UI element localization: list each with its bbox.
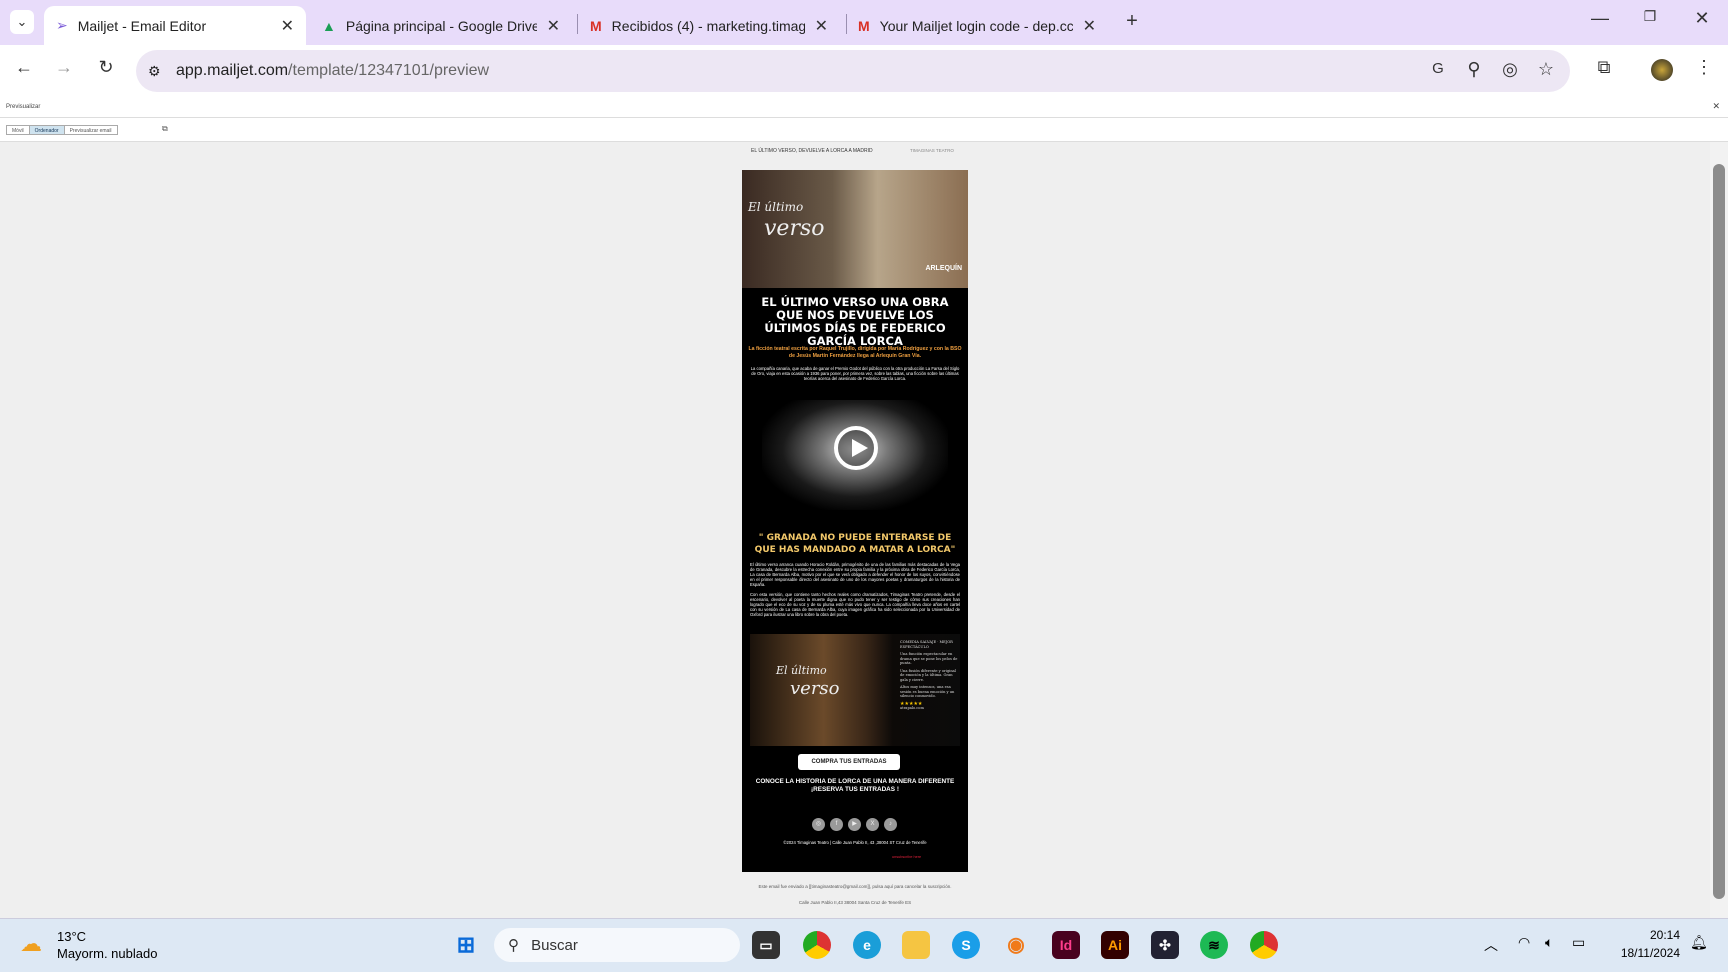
file-explorer-icon[interactable]	[902, 931, 930, 959]
tray-chevron-icon[interactable]: ︿	[1484, 935, 1498, 955]
zoom-out-icon[interactable]: ⚲	[1462, 59, 1486, 80]
subheadline: La ficción teatral escrita por Raquel Tr…	[748, 346, 962, 359]
blender-icon[interactable]: ◉	[1002, 931, 1030, 959]
company-address: ©2024 Timaginas Teatro | Calle Juan Pabl…	[783, 840, 927, 845]
wifi-icon[interactable]: ◠	[1518, 934, 1530, 951]
gmail-icon: M	[858, 17, 870, 34]
mode-desktop-button[interactable]: Ordenador	[29, 126, 65, 134]
close-window-button[interactable]: ✕	[1690, 8, 1714, 29]
hero-image: El último verso ARLEQUÍN	[742, 170, 968, 288]
close-icon[interactable]: ✕	[815, 16, 828, 36]
close-icon[interactable]: ✕	[547, 16, 560, 36]
tab-bar: ⌄ ➢ Mailjet - Email Editor ✕ ▲ Página princ…	[0, 0, 1728, 45]
url-input[interactable]: ⚙ app.mailjet.com/template/12347101/prev…	[136, 50, 1570, 92]
preview-title: Previsualizar	[6, 104, 41, 110]
close-preview-button[interactable]: ✕	[1712, 101, 1720, 112]
battery-icon[interactable]: ▭	[1572, 934, 1585, 951]
footer-address: Calle Juan Pablo II,43 38004 Santa Cruz …	[798, 900, 912, 905]
chrome-icon[interactable]	[803, 931, 831, 959]
mode-mobile-button[interactable]: Móvil	[7, 126, 30, 134]
scrollbar-thumb[interactable]	[1713, 164, 1725, 899]
taskbar-search[interactable]: ⚲ Buscar	[494, 928, 740, 962]
weather-icon: ☁	[20, 931, 42, 956]
task-view-icon[interactable]: ▭	[752, 931, 780, 959]
arlequin-logo: ARLEQUÍN	[925, 265, 962, 272]
new-tab-button[interactable]: +	[1120, 10, 1144, 33]
profile-avatar[interactable]	[1651, 59, 1673, 81]
close-icon[interactable]: ✕	[281, 16, 294, 36]
buy-tickets-button[interactable]: COMPRA TUS ENTRADAS	[798, 754, 900, 770]
drive-icon: ▲	[322, 17, 336, 34]
eye-off-icon[interactable]: ◎	[1498, 59, 1522, 80]
preview-email-button[interactable]: Previsualizar email	[65, 126, 117, 134]
send-icon: ➢	[56, 17, 68, 33]
windows-start-icon[interactable]: ⊞	[452, 931, 480, 959]
device-toggle: Móvil Ordenador Previsualizar email	[6, 125, 118, 135]
preheader: EL ÚLTIMO VERSO, DEVUELVE A LORCA A MADR…	[751, 148, 873, 154]
volume-icon[interactable]: 🔈︎	[1545, 934, 1553, 951]
skype-icon[interactable]: S	[952, 931, 980, 959]
bookmark-star-icon[interactable]: ☆	[1534, 59, 1558, 80]
paragraph: El último verso arranca cuando Horacio R…	[750, 562, 960, 587]
facebook-icon[interactable]: f	[830, 818, 843, 831]
sender-name: TIMAGINAS TEATRO	[910, 148, 954, 153]
play-icon[interactable]	[834, 426, 878, 470]
poster-image: El último verso COMEDIA SALVAJE · MEJOR …	[750, 634, 960, 746]
site-info-icon[interactable]: ⚙	[148, 63, 161, 80]
extensions-icon[interactable]: ⧉	[1592, 57, 1616, 78]
clock-time[interactable]: 20:14	[1600, 928, 1680, 942]
restore-button[interactable]: ❐	[1638, 8, 1662, 25]
footer-sent-to: Este email fue enviado a [[timaginasteat…	[758, 884, 952, 889]
preview-toolbar: Móvil Ordenador Previsualizar email ⧉	[0, 118, 1728, 142]
tab-gmail-login[interactable]: M Your Mailjet login code - dep.cc ✕	[846, 6, 1108, 45]
tiktok-icon[interactable]: ♪	[884, 818, 897, 831]
intro-text: La compañía canaria, que acaba de ganar …	[750, 366, 960, 381]
quote: " GRANADA NO PUEDE ENTERARSE DE QUE HAS …	[754, 533, 956, 555]
close-icon[interactable]: ✕	[1083, 16, 1096, 36]
address-bar-row: ← → ↻ ⚙ app.mailjet.com/template/1234710…	[0, 45, 1728, 97]
headline: EL ÚLTIMO VERSO UNA OBRA QUE NOS DEVUELV…	[761, 295, 949, 348]
reload-button[interactable]: ↻	[94, 57, 118, 78]
tab-search-button[interactable]: ⌄	[10, 10, 34, 34]
taskbar: ☁ 13°C Mayorm. nublado ⊞ ⚲ Buscar ▭ e S …	[0, 918, 1728, 972]
video-thumbnail[interactable]	[762, 400, 948, 510]
poster-reviews: COMEDIA SALVAJE · MEJOR ESPECTÁCULO Una …	[900, 640, 958, 710]
youtube-icon[interactable]: ▶	[848, 818, 861, 831]
cta-text: CONOCE LA HISTORIA DE LORCA DE UNA MANER…	[755, 778, 955, 793]
copy-icon[interactable]: ⧉	[162, 124, 168, 134]
chrome-profile-icon[interactable]	[1250, 931, 1278, 959]
x-icon[interactable]: X	[866, 818, 879, 831]
preview-header: Previsualizar ✕	[0, 97, 1728, 118]
forward-button[interactable]: →	[52, 57, 76, 78]
back-button[interactable]: ←	[12, 57, 36, 78]
translate-icon[interactable]: G	[1426, 60, 1450, 77]
unsubscribe-link[interactable]: unsubscribe here	[892, 855, 921, 859]
email-body: El último verso ARLEQUÍN EL ÚLTIMO VERSO…	[742, 170, 968, 872]
spotify-icon[interactable]: ≋	[1200, 931, 1228, 959]
edge-icon[interactable]: e	[853, 931, 881, 959]
tab-mailjet[interactable]: ➢ Mailjet - Email Editor ✕	[44, 6, 306, 45]
indesign-icon[interactable]: Id	[1052, 931, 1080, 959]
clock-date[interactable]: 18/11/2024	[1600, 946, 1680, 960]
instagram-icon[interactable]: ◎	[812, 818, 825, 831]
social-links: ◎ f ▶ X ♪	[812, 818, 897, 831]
notifications-icon[interactable]: 🔔︎	[1690, 934, 1708, 951]
minimize-button[interactable]: —	[1588, 8, 1612, 29]
tab-drive[interactable]: ▲ Página principal - Google Drive ✕	[310, 6, 572, 45]
davinci-icon[interactable]: ✣	[1151, 931, 1179, 959]
menu-icon[interactable]: ⋮	[1692, 57, 1716, 78]
paragraph: Con esta versión, que contiene tanto hec…	[750, 592, 960, 617]
illustrator-icon[interactable]: Ai	[1101, 931, 1129, 959]
tab-gmail-inbox[interactable]: M Recibidos (4) - marketing.timag ✕	[578, 6, 840, 45]
gmail-icon: M	[590, 17, 602, 34]
